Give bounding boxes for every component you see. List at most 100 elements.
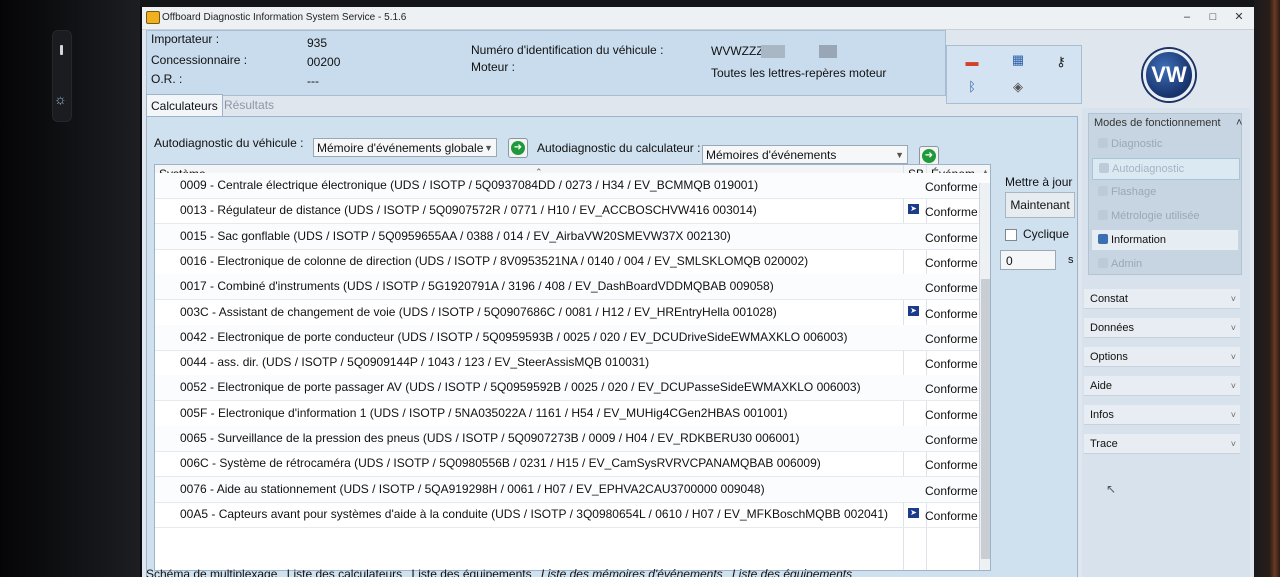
meter-icon bbox=[1098, 210, 1108, 220]
table-row[interactable]: 0052 - Electronique de porte passager AV… bbox=[155, 375, 990, 402]
table-row[interactable]: 006C - Système de rétrocaméra (UDS / ISO… bbox=[155, 451, 990, 478]
table-row[interactable]: 005F - Electronique d'information 1 (UDS… bbox=[155, 401, 990, 427]
main-panel: Autodiagnostic du véhicule : Mémoire d'é… bbox=[146, 116, 1078, 577]
app-window: Offboard Diagnostic Information System S… bbox=[142, 7, 1254, 577]
table-row[interactable]: 003C - Assistant de changement de voie (… bbox=[155, 300, 990, 326]
scrollbar-thumb[interactable] bbox=[981, 279, 990, 559]
table-row[interactable]: 0042 - Electronique de porte conducteur … bbox=[155, 324, 990, 351]
table-row[interactable]: 0013 - Régulateur de distance (UDS / ISO… bbox=[155, 198, 990, 225]
concessionnaire-label: Concessionnaire : bbox=[151, 53, 248, 67]
section-options[interactable]: Options ˅ bbox=[1084, 347, 1240, 367]
table-row[interactable]: 0044 - ass. dir. (UDS / ISOTP / 5Q090914… bbox=[155, 350, 990, 377]
sb-flag-icon[interactable]: ➤ bbox=[908, 204, 919, 215]
system-cell: 0009 - Centrale électrique électronique … bbox=[180, 178, 759, 192]
modes-title[interactable]: Modes de fonctionnement ˄ bbox=[1094, 117, 1242, 129]
vw-logo: VW bbox=[1143, 49, 1195, 101]
tab-liste-calculateurs[interactable]: Liste des calculateurs bbox=[287, 567, 402, 577]
table-row[interactable]: 00A5 - Capteurs avant pour systèmes d'ai… bbox=[155, 502, 990, 528]
table-scrollbar[interactable] bbox=[979, 183, 990, 570]
tab-schema-multiplexage[interactable]: Schéma de multiplexage bbox=[146, 567, 277, 577]
vin-redacted bbox=[761, 45, 785, 58]
modes-panel: Modes de fonctionnement ˄ Diagnostic Aut… bbox=[1088, 113, 1242, 275]
table-row[interactable]: 0009 - Centrale électrique électronique … bbox=[155, 173, 990, 199]
vehicle-diag-select-value: Mémoire d'événements globale bbox=[317, 141, 484, 155]
tab-resultats[interactable]: Résultats bbox=[220, 94, 278, 116]
sb-cell bbox=[908, 280, 919, 291]
interval-input[interactable]: 0 bbox=[1000, 250, 1056, 270]
car-icon[interactable]: ▬ bbox=[961, 54, 983, 69]
bluetooth-icon[interactable]: ᛒ bbox=[961, 79, 983, 94]
mode-label: Admin bbox=[1111, 258, 1143, 270]
section-infos[interactable]: Infos ˅ bbox=[1084, 405, 1240, 425]
mode-label: Information bbox=[1111, 234, 1167, 246]
tab-liste-equipements[interactable]: Liste des équipements bbox=[412, 567, 532, 577]
go-arrow-icon: ➜ bbox=[922, 149, 936, 163]
ecu-diag-select-value: Mémoires d'événements bbox=[706, 148, 837, 162]
vehicle-diag-go-button[interactable]: ➜ bbox=[508, 138, 528, 158]
status-icons-panel: ▬ ▦ ⚷ ᛒ ◈ bbox=[946, 45, 1082, 104]
shield-icon[interactable]: ◈ bbox=[1007, 79, 1029, 95]
section-donnees[interactable]: Données ˅ bbox=[1084, 318, 1240, 338]
sb-cell bbox=[908, 230, 919, 241]
vehicle-info-panel: Importateur : 935 Concessionnaire : 0020… bbox=[146, 30, 946, 96]
table-row[interactable]: 0017 - Combiné d'instruments (UDS / ISOT… bbox=[155, 274, 990, 301]
sb-flag-icon[interactable]: ➤ bbox=[908, 305, 919, 316]
mode-label: Diagnostic bbox=[1111, 138, 1163, 150]
system-cell: 0015 - Sac gonflable (UDS / ISOTP / 5Q09… bbox=[180, 228, 731, 243]
system-cell: 0052 - Electronique de porte passager AV… bbox=[180, 380, 861, 395]
mode-autodiagnostic[interactable]: Autodiagnostic bbox=[1092, 158, 1240, 180]
close-button[interactable]: ✕ bbox=[1230, 10, 1248, 24]
ecu-diag-go-button[interactable]: ➜ bbox=[919, 146, 939, 166]
mode-metrologie[interactable]: Métrologie utilisée bbox=[1092, 206, 1238, 226]
ecu-diag-select[interactable]: Mémoires d'événements ▼ bbox=[702, 145, 908, 164]
vehicle-diag-select[interactable]: Mémoire d'événements globale ▼ bbox=[313, 138, 497, 157]
key-icon[interactable]: ⚷ bbox=[1050, 54, 1072, 70]
bottom-tab-strip: Schéma de multiplexage Liste des calcula… bbox=[146, 567, 1076, 577]
tab-calculateurs[interactable]: Calculateurs bbox=[146, 94, 223, 117]
section-constat[interactable]: Constat ˅ bbox=[1084, 289, 1240, 309]
refresh-now-button[interactable]: Maintenant bbox=[1005, 192, 1075, 218]
table-row[interactable]: 0065 - Surveillance de la pression des p… bbox=[155, 426, 990, 452]
table-row[interactable]: 0015 - Sac gonflable (UDS / ISOTP / 5Q09… bbox=[155, 223, 990, 250]
event-cell: Conforme bbox=[925, 458, 978, 473]
or-label: O.R. : bbox=[151, 72, 183, 86]
mode-information[interactable]: Information bbox=[1092, 230, 1238, 250]
section-aide[interactable]: Aide ˅ bbox=[1084, 376, 1240, 396]
right-sidebar: Modes de fonctionnement ˄ Diagnostic Aut… bbox=[1082, 108, 1250, 577]
sb-cell bbox=[908, 381, 919, 392]
expand-icon: ˅ bbox=[1230, 381, 1236, 391]
sb-cell: ➤ bbox=[908, 507, 919, 519]
system-cell: 003C - Assistant de changement de voie (… bbox=[180, 304, 777, 319]
mode-flashage[interactable]: Flashage bbox=[1092, 182, 1238, 202]
mode-label: Flashage bbox=[1111, 186, 1157, 198]
maximize-button[interactable]: □ bbox=[1204, 10, 1222, 24]
tab-liste-memoires[interactable]: Liste des mémoires d'événements bbox=[541, 567, 723, 577]
network-icon[interactable]: ▦ bbox=[1007, 52, 1029, 68]
minimize-button[interactable]: – bbox=[1178, 10, 1196, 24]
sb-flag-icon[interactable]: ➤ bbox=[908, 507, 919, 518]
modes-title-text: Modes de fonctionnement bbox=[1094, 117, 1221, 129]
system-cell: 0044 - ass. dir. (UDS / ISOTP / 5Q090914… bbox=[180, 355, 650, 370]
table-row[interactable]: 0076 - Aide au stationnement (UDS / ISOT… bbox=[155, 476, 990, 503]
chevron-down-icon: ▼ bbox=[484, 143, 493, 153]
cyclic-checkbox[interactable] bbox=[1005, 229, 1017, 241]
sb-cell bbox=[908, 407, 919, 418]
table-row[interactable]: 0016 - Electronique de colonne de direct… bbox=[155, 249, 990, 275]
section-label: Données bbox=[1090, 322, 1135, 334]
section-label: Aide bbox=[1090, 380, 1113, 392]
mode-label: Métrologie utilisée bbox=[1111, 210, 1200, 222]
monitor-buttons: ☼ bbox=[52, 30, 72, 122]
monitor-bezel-left: ☼ bbox=[0, 0, 140, 577]
sb-cell bbox=[908, 255, 919, 266]
system-cell: 0065 - Surveillance de la pression des p… bbox=[180, 431, 800, 445]
section-label: Trace bbox=[1090, 438, 1118, 450]
mode-admin[interactable]: Admin bbox=[1092, 254, 1238, 274]
tab-liste-equipements-2[interactable]: Liste des équipements bbox=[732, 567, 852, 577]
importateur-value: 935 bbox=[307, 36, 328, 50]
concessionnaire-value: 00200 bbox=[307, 55, 341, 69]
event-cell: Conforme bbox=[925, 508, 978, 523]
section-trace[interactable]: Trace ˅ bbox=[1084, 434, 1240, 454]
event-cell: Conforme bbox=[925, 281, 978, 296]
mode-diagnostic[interactable]: Diagnostic bbox=[1092, 134, 1238, 154]
section-label: Options bbox=[1090, 351, 1128, 363]
